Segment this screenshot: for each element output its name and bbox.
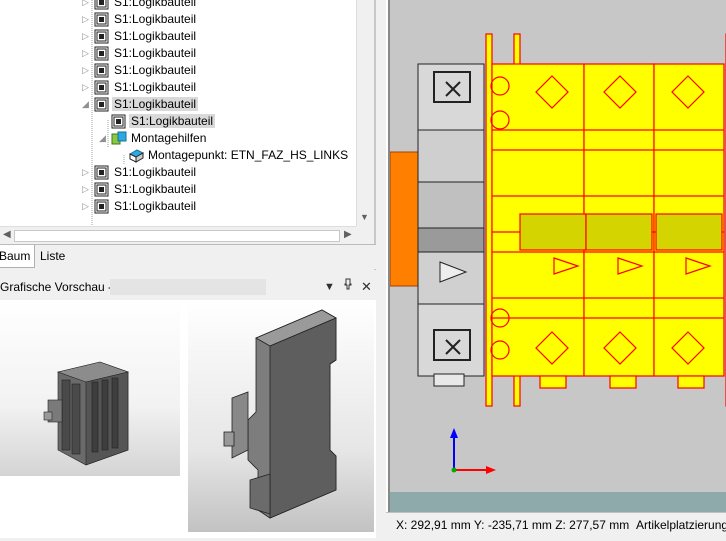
tree-node-label: S1:Logikbauteil [114, 63, 197, 77]
scrollbar-thumb[interactable] [14, 230, 340, 242]
tree-node-label: S1:Logikbauteil [114, 199, 197, 213]
tree-node-label: S1:Logikbauteil [114, 29, 197, 43]
graphic-preview[interactable] [0, 300, 376, 538]
preview-3d-assembly[interactable] [0, 300, 182, 538]
tree-node-label: S1:Logikbauteil [112, 97, 199, 111]
pin-icon[interactable] [343, 276, 353, 298]
tree-tab-strip: Baum Liste [0, 244, 376, 269]
tree-node[interactable]: ▷ S1:Logikbauteil [82, 164, 198, 181]
tab-baum[interactable]: Baum [0, 245, 36, 268]
cabinet-layout-drawing [389, 33, 726, 512]
tree-node-label: S1:Logikbauteil [114, 46, 197, 60]
preview-title: Grafische Vorschau - [0, 280, 113, 294]
expand-icon[interactable]: ▷ [82, 0, 90, 11]
tree-node[interactable]: ▷ S1:Logikbauteil [82, 198, 198, 215]
status-bar: X: 292,91 mm Y: -235,71 mm Z: 277,57 mm … [386, 512, 726, 539]
expand-icon[interactable]: ▷ [82, 198, 90, 215]
tree-node[interactable]: ▷ S1:Logikbauteil [82, 0, 198, 11]
layout-canvas[interactable] [386, 0, 726, 512]
preview-header: Grafische Vorschau - ▼ ✕ [0, 276, 376, 298]
tree-node-label: S1:Logikbauteil [114, 182, 197, 196]
panel-splitter[interactable] [376, 0, 386, 538]
tree-node-label: Montagepunkt: ETN_FAZ_HS_LINKS [148, 148, 349, 162]
expand-icon[interactable]: ▷ [82, 62, 90, 79]
scroll-down-icon[interactable]: ▼ [360, 212, 369, 222]
preview-3d-side-part[interactable] [186, 300, 376, 538]
expand-icon[interactable]: ▷ [82, 181, 90, 198]
tree-node[interactable]: ▷ S1:Logikbauteil [82, 181, 198, 198]
scroll-left-icon[interactable]: ◀ [3, 229, 11, 240]
tab-liste[interactable]: Liste [36, 245, 69, 267]
status-mode: Artikelplatzierung [636, 518, 726, 532]
cursor-coordinates: X: 292,91 mm Y: -235,71 mm Z: 277,57 mm [396, 518, 630, 532]
close-icon[interactable]: ✕ [361, 276, 372, 298]
expand-icon[interactable]: ▷ [82, 11, 90, 28]
project-tree[interactable]: ▷ S1:Logikbauteil ▷ S1:Logikbauteil ▷ S1:Logi… [0, 0, 374, 226]
breaker-assembly-3d-image [0, 300, 180, 476]
expand-icon[interactable]: ▷ [82, 79, 90, 96]
tree-node-label: S1:Logikbauteil [114, 80, 197, 94]
end-plate-3d-image [188, 300, 374, 532]
tree-node[interactable]: ▷ S1:Logikbauteil [82, 79, 198, 96]
chevron-down-icon[interactable]: ▼ [324, 276, 335, 298]
axis-indicator [450, 428, 496, 474]
tree-node[interactable]: ▷ S1:Logikbauteil [82, 11, 198, 28]
preview-title-field [110, 279, 266, 295]
scroll-right-icon[interactable]: ▶ [344, 229, 352, 240]
tree-node[interactable]: ◢ Montagehilfen [99, 130, 208, 147]
tree-node-label: S1:Logikbauteil [129, 114, 216, 128]
tree-node-label: Montagehilfen [131, 131, 207, 145]
canvas-viewport[interactable] [388, 0, 726, 512]
tree-node-label: S1:Logikbauteil [114, 165, 197, 179]
scroll-corner [356, 226, 374, 243]
tree-node[interactable]: S1:Logikbauteil [99, 113, 216, 130]
expand-icon[interactable]: ▷ [82, 28, 90, 45]
tree-node[interactable]: ▷ S1:Logikbauteil [82, 62, 198, 79]
collapse-icon[interactable]: ◢ [99, 130, 107, 147]
tree-node[interactable]: ▷ S1:Logikbauteil [82, 45, 198, 62]
tree-node[interactable]: ◢ S1:Logikbauteil [82, 96, 199, 113]
tree-node[interactable]: ▷ S1:Logikbauteil [82, 28, 198, 45]
tree-node-label: S1:Logikbauteil [114, 12, 197, 26]
expand-icon[interactable]: ▷ [82, 45, 90, 62]
tree-horizontal-scrollbar[interactable]: ◀ ▶ [0, 226, 356, 245]
tree-node[interactable]: Montagepunkt: ETN_FAZ_HS_LINKS [116, 147, 350, 164]
logic-component-icon [94, 199, 109, 219]
tree-vertical-scrollbar[interactable]: ▼ [356, 0, 374, 226]
tree-node-label: S1:Logikbauteil [114, 0, 197, 9]
collapse-icon[interactable]: ◢ [82, 96, 90, 113]
expand-icon[interactable]: ▷ [82, 164, 90, 181]
